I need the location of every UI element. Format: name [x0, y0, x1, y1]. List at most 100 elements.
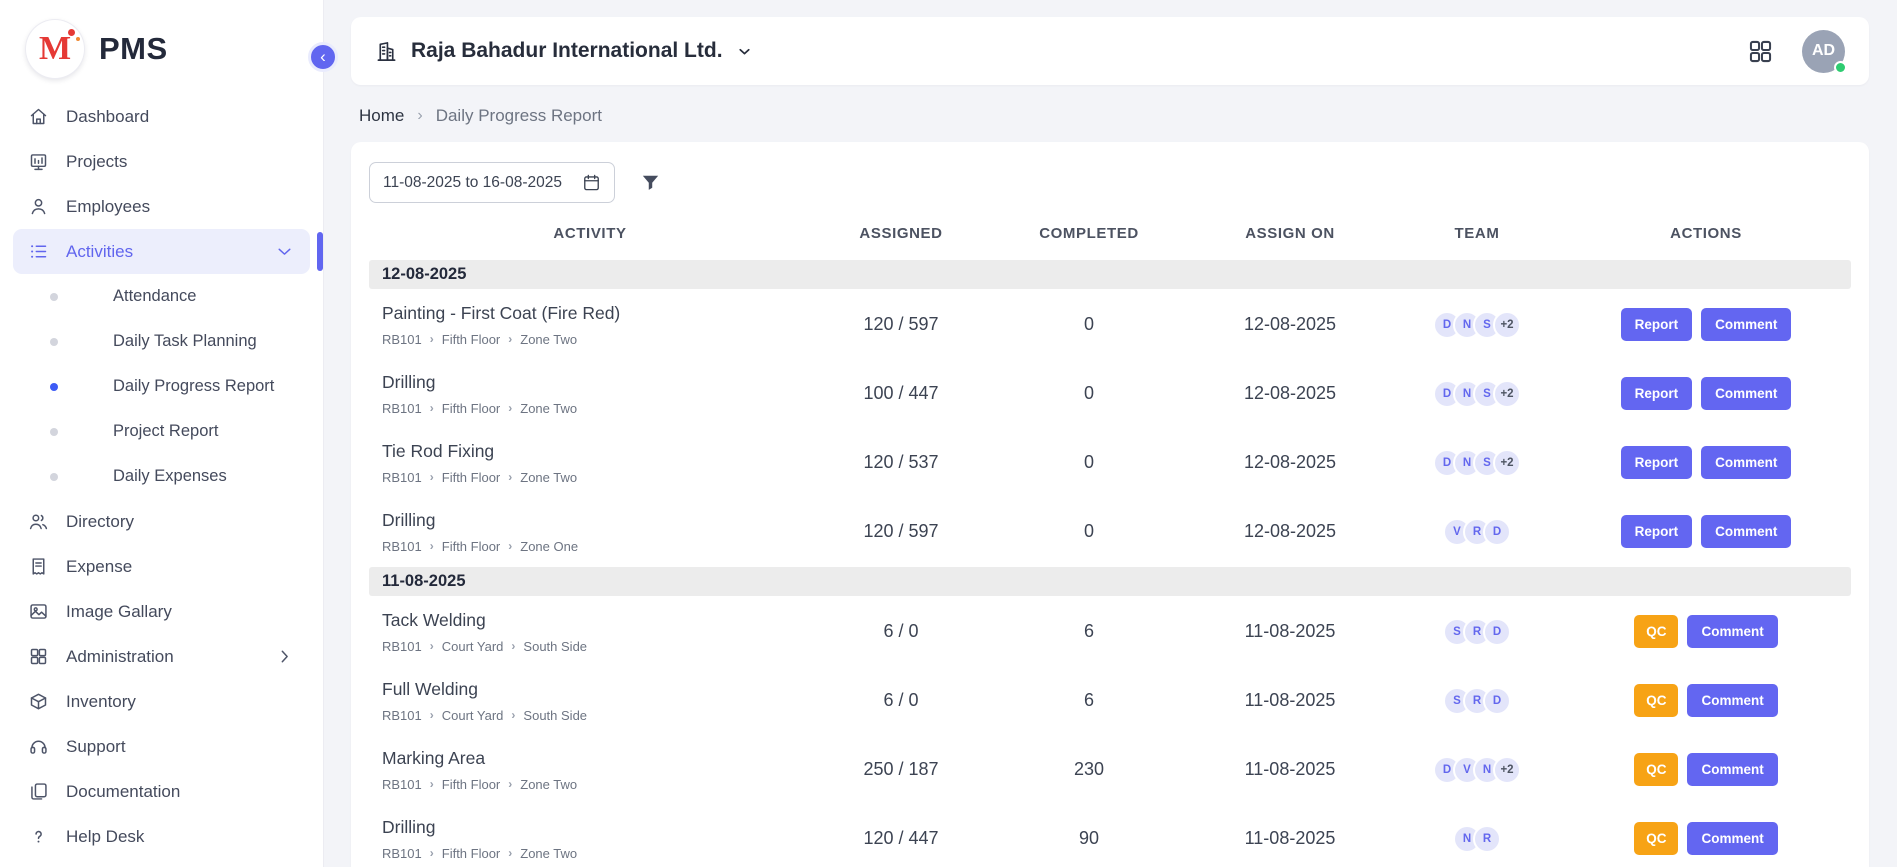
team-avatar[interactable]: D — [1483, 687, 1511, 715]
comment-button[interactable]: Comment — [1701, 446, 1791, 479]
filter-row: 11-08-2025 to 16-08-2025 — [369, 162, 1851, 203]
sidebar-item-expense[interactable]: Expense — [13, 544, 310, 589]
sidebar-item-label: Activities — [66, 242, 133, 262]
comment-button[interactable]: Comment — [1687, 615, 1777, 648]
assigned-cell: 120 / 597 — [811, 314, 991, 335]
team-extra-badge[interactable]: +2 — [1493, 380, 1521, 408]
report-button[interactable]: Report — [1621, 446, 1693, 479]
chevron-right-icon: › — [430, 401, 434, 415]
assigned-cell: 6 / 0 — [811, 690, 991, 711]
actions-cell: QC Comment — [1561, 753, 1851, 786]
completed-cell: 6 — [991, 690, 1187, 711]
activity-title: Drilling — [382, 372, 803, 393]
activity-title: Drilling — [382, 817, 803, 838]
sidebar-subitem-daily-expenses[interactable]: Daily Expenses — [0, 454, 323, 499]
activity-breadcrumb: RB101›Fifth Floor›Zone Two — [382, 401, 803, 416]
comment-button[interactable]: Comment — [1687, 684, 1777, 717]
completed-cell: 90 — [991, 828, 1187, 849]
app-logo: M — [26, 20, 84, 78]
assigned-cell: 120 / 537 — [811, 452, 991, 473]
table-header-row: ACTIVITYASSIGNEDCOMPLETEDASSIGN ONTEAMAC… — [369, 207, 1851, 259]
report-button[interactable]: Report — [1621, 308, 1693, 341]
team-extra-badge[interactable]: +2 — [1493, 756, 1521, 784]
sidebar-subitem-label: Attendance — [113, 287, 196, 306]
team-cell: DNS+2 — [1393, 311, 1561, 339]
actions-cell: ReportComment — [1561, 308, 1851, 341]
report-button[interactable]: Report — [1621, 515, 1693, 548]
comment-button[interactable]: Comment — [1701, 515, 1791, 548]
actions-cell: ReportComment — [1561, 515, 1851, 548]
breadcrumb-home-link[interactable]: Home — [359, 106, 404, 126]
date-range-input[interactable]: 11-08-2025 to 16-08-2025 — [369, 162, 615, 203]
projects-icon — [28, 151, 49, 172]
sidebar-item-activities[interactable]: Activities — [13, 229, 310, 274]
filter-funnel-icon — [639, 171, 662, 194]
sidebar-subitem-daily-task-planning[interactable]: Daily Task Planning — [0, 319, 323, 364]
sidebar-item-image-gallary[interactable]: Image Gallary — [13, 589, 310, 634]
chevron-right-icon: › — [508, 777, 512, 791]
comment-button[interactable]: Comment — [1701, 308, 1791, 341]
table-row: DrillingRB101›Fifth Floor›Zone One120 / … — [369, 497, 1851, 566]
sidebar-item-directory[interactable]: Directory — [13, 499, 310, 544]
sidebar-subitem-daily-progress-report[interactable]: Daily Progress Report — [0, 364, 323, 409]
team-extra-badge[interactable]: +2 — [1493, 449, 1521, 477]
sidebar-item-administration[interactable]: Administration — [13, 634, 310, 679]
help-icon — [28, 826, 49, 847]
filter-button[interactable] — [639, 171, 662, 194]
team-extra-badge[interactable]: +2 — [1493, 311, 1521, 339]
actions-cell: ReportComment — [1561, 377, 1851, 410]
app-root: M PMS ‹ DashboardProjectsEmployeesActivi… — [0, 0, 1897, 867]
sidebar-item-support[interactable]: Support — [13, 724, 310, 769]
comment-button[interactable]: Comment — [1687, 753, 1777, 786]
activity-cell: Painting - First Coat (Fire Red)RB101›Fi… — [369, 297, 811, 353]
apps-grid-button[interactable] — [1747, 38, 1774, 65]
comment-button[interactable]: Comment — [1701, 377, 1791, 410]
team-avatar[interactable]: D — [1483, 518, 1511, 546]
sidebar-item-label: Expense — [66, 557, 132, 577]
chevron-right-icon: › — [430, 708, 434, 722]
chevron-right-icon: › — [430, 539, 434, 553]
company-selector[interactable]: Raja Bahadur International Ltd. — [375, 39, 753, 63]
sidebar-subitem-label: Daily Expenses — [113, 467, 227, 486]
table-row: Tack WeldingRB101›Court Yard›South Side6… — [369, 597, 1851, 666]
activity-cell: Marking AreaRB101›Fifth Floor›Zone Two — [369, 742, 811, 798]
qc-button[interactable]: QC — [1634, 822, 1678, 855]
sidebar-collapse-button[interactable]: ‹ — [308, 42, 338, 72]
team-avatar[interactable]: R — [1473, 825, 1501, 853]
team-cell: DNS+2 — [1393, 449, 1561, 477]
sidebar-item-help-desk[interactable]: Help Desk — [13, 814, 310, 859]
team-avatar[interactable]: D — [1483, 618, 1511, 646]
qc-button[interactable]: QC — [1634, 753, 1678, 786]
comment-button[interactable]: Comment — [1687, 822, 1777, 855]
report-button[interactable]: Report — [1621, 377, 1693, 410]
sidebar-item-employees[interactable]: Employees — [13, 184, 310, 229]
activity-breadcrumb: RB101›Fifth Floor›Zone Two — [382, 332, 803, 347]
qc-button[interactable]: QC — [1634, 615, 1678, 648]
path-segment: RB101 — [382, 539, 422, 554]
sidebar-subitem-project-report[interactable]: Project Report — [0, 409, 323, 454]
chevron-right-icon: › — [430, 639, 434, 653]
sidebar-item-projects[interactable]: Projects — [13, 139, 310, 184]
activity-cell: Tack WeldingRB101›Court Yard›South Side — [369, 604, 811, 660]
user-avatar[interactable]: AD — [1802, 30, 1845, 73]
team-cell: DNS+2 — [1393, 380, 1561, 408]
sidebar-item-inventory[interactable]: Inventory — [13, 679, 310, 724]
sidebar-subitem-attendance[interactable]: Attendance — [0, 274, 323, 319]
sidebar-item-label: Projects — [66, 152, 127, 172]
sidebar-item-dashboard[interactable]: Dashboard — [13, 94, 310, 139]
sidebar-item-label: Support — [66, 737, 126, 757]
chevron-right-icon: › — [508, 846, 512, 860]
main-content: Raja Bahadur International Ltd. AD Home — [323, 0, 1897, 867]
activity-cell: DrillingRB101›Fifth Floor›Zone One — [369, 504, 811, 560]
actions-cell: QC Comment — [1561, 684, 1851, 717]
sidebar-subitem-label: Daily Task Planning — [113, 332, 257, 351]
chevron-right-icon: › — [511, 708, 515, 722]
bullet-dot — [50, 383, 58, 391]
sidebar-item-label: Documentation — [66, 782, 180, 802]
sidebar-item-documentation[interactable]: Documentation — [13, 769, 310, 814]
chevron-right-icon — [274, 646, 295, 667]
calendar-icon — [582, 173, 601, 192]
chevron-right-icon: › — [508, 539, 512, 553]
active-indicator — [317, 232, 323, 271]
qc-button[interactable]: QC — [1634, 684, 1678, 717]
